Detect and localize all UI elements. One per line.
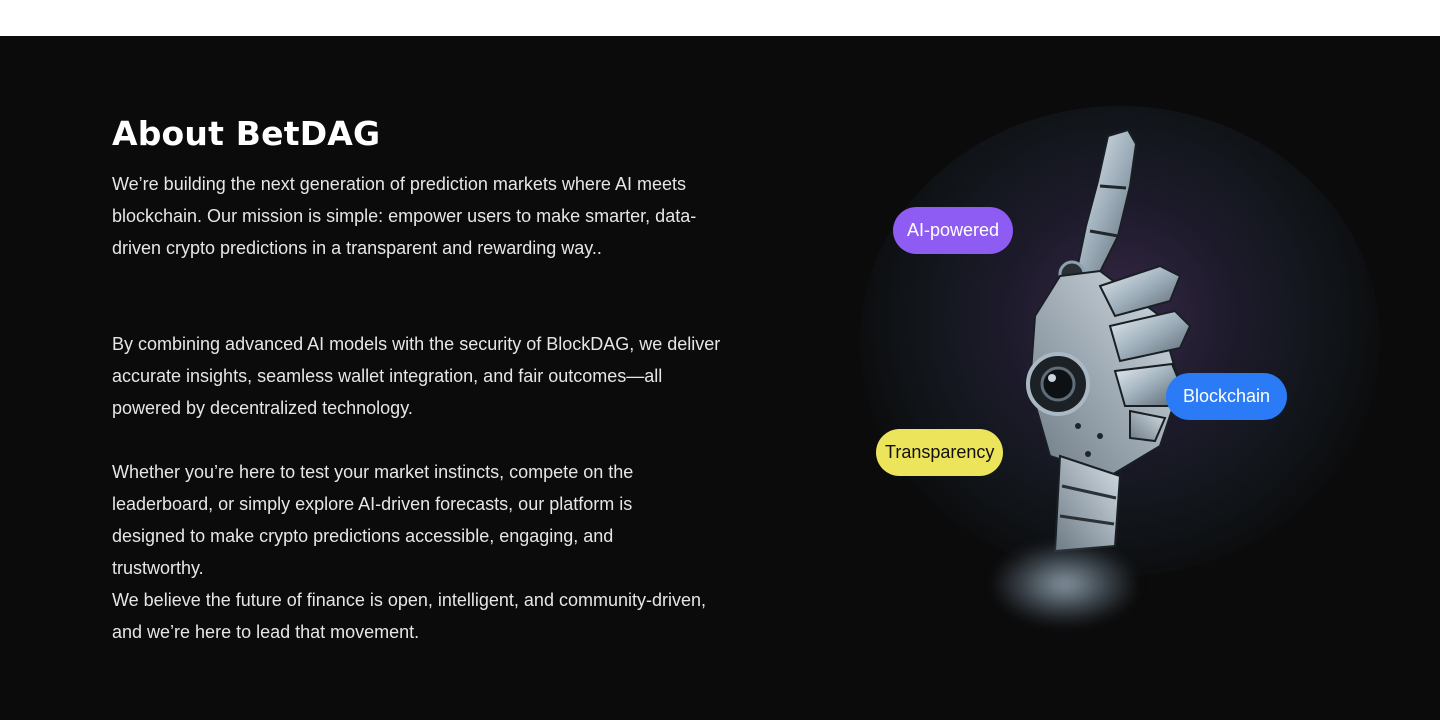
tag-blockchain: Blockchain — [1166, 373, 1288, 420]
hand-reflection — [995, 544, 1135, 624]
about-paragraph-3: Whether you’re here to test your market … — [112, 462, 634, 578]
about-paragraph-1: We’re building the next generation of pr… — [112, 174, 697, 258]
robot-hand-image — [1026, 128, 1192, 553]
hero-visual: AI-powered Blockchain Transparency — [840, 66, 1400, 666]
about-paragraph-4: We believe the future of finance is open… — [112, 590, 706, 642]
about-section: About BetDAG We’re building the next gen… — [0, 36, 1440, 720]
top-strip — [0, 0, 1440, 36]
tag-ai-powered: AI-powered — [893, 207, 1014, 254]
about-paragraph-2: By combining advanced AI models with the… — [112, 334, 721, 418]
section-title: About BetDAG — [112, 114, 381, 153]
tag-transparency: Transparency — [876, 429, 1004, 476]
